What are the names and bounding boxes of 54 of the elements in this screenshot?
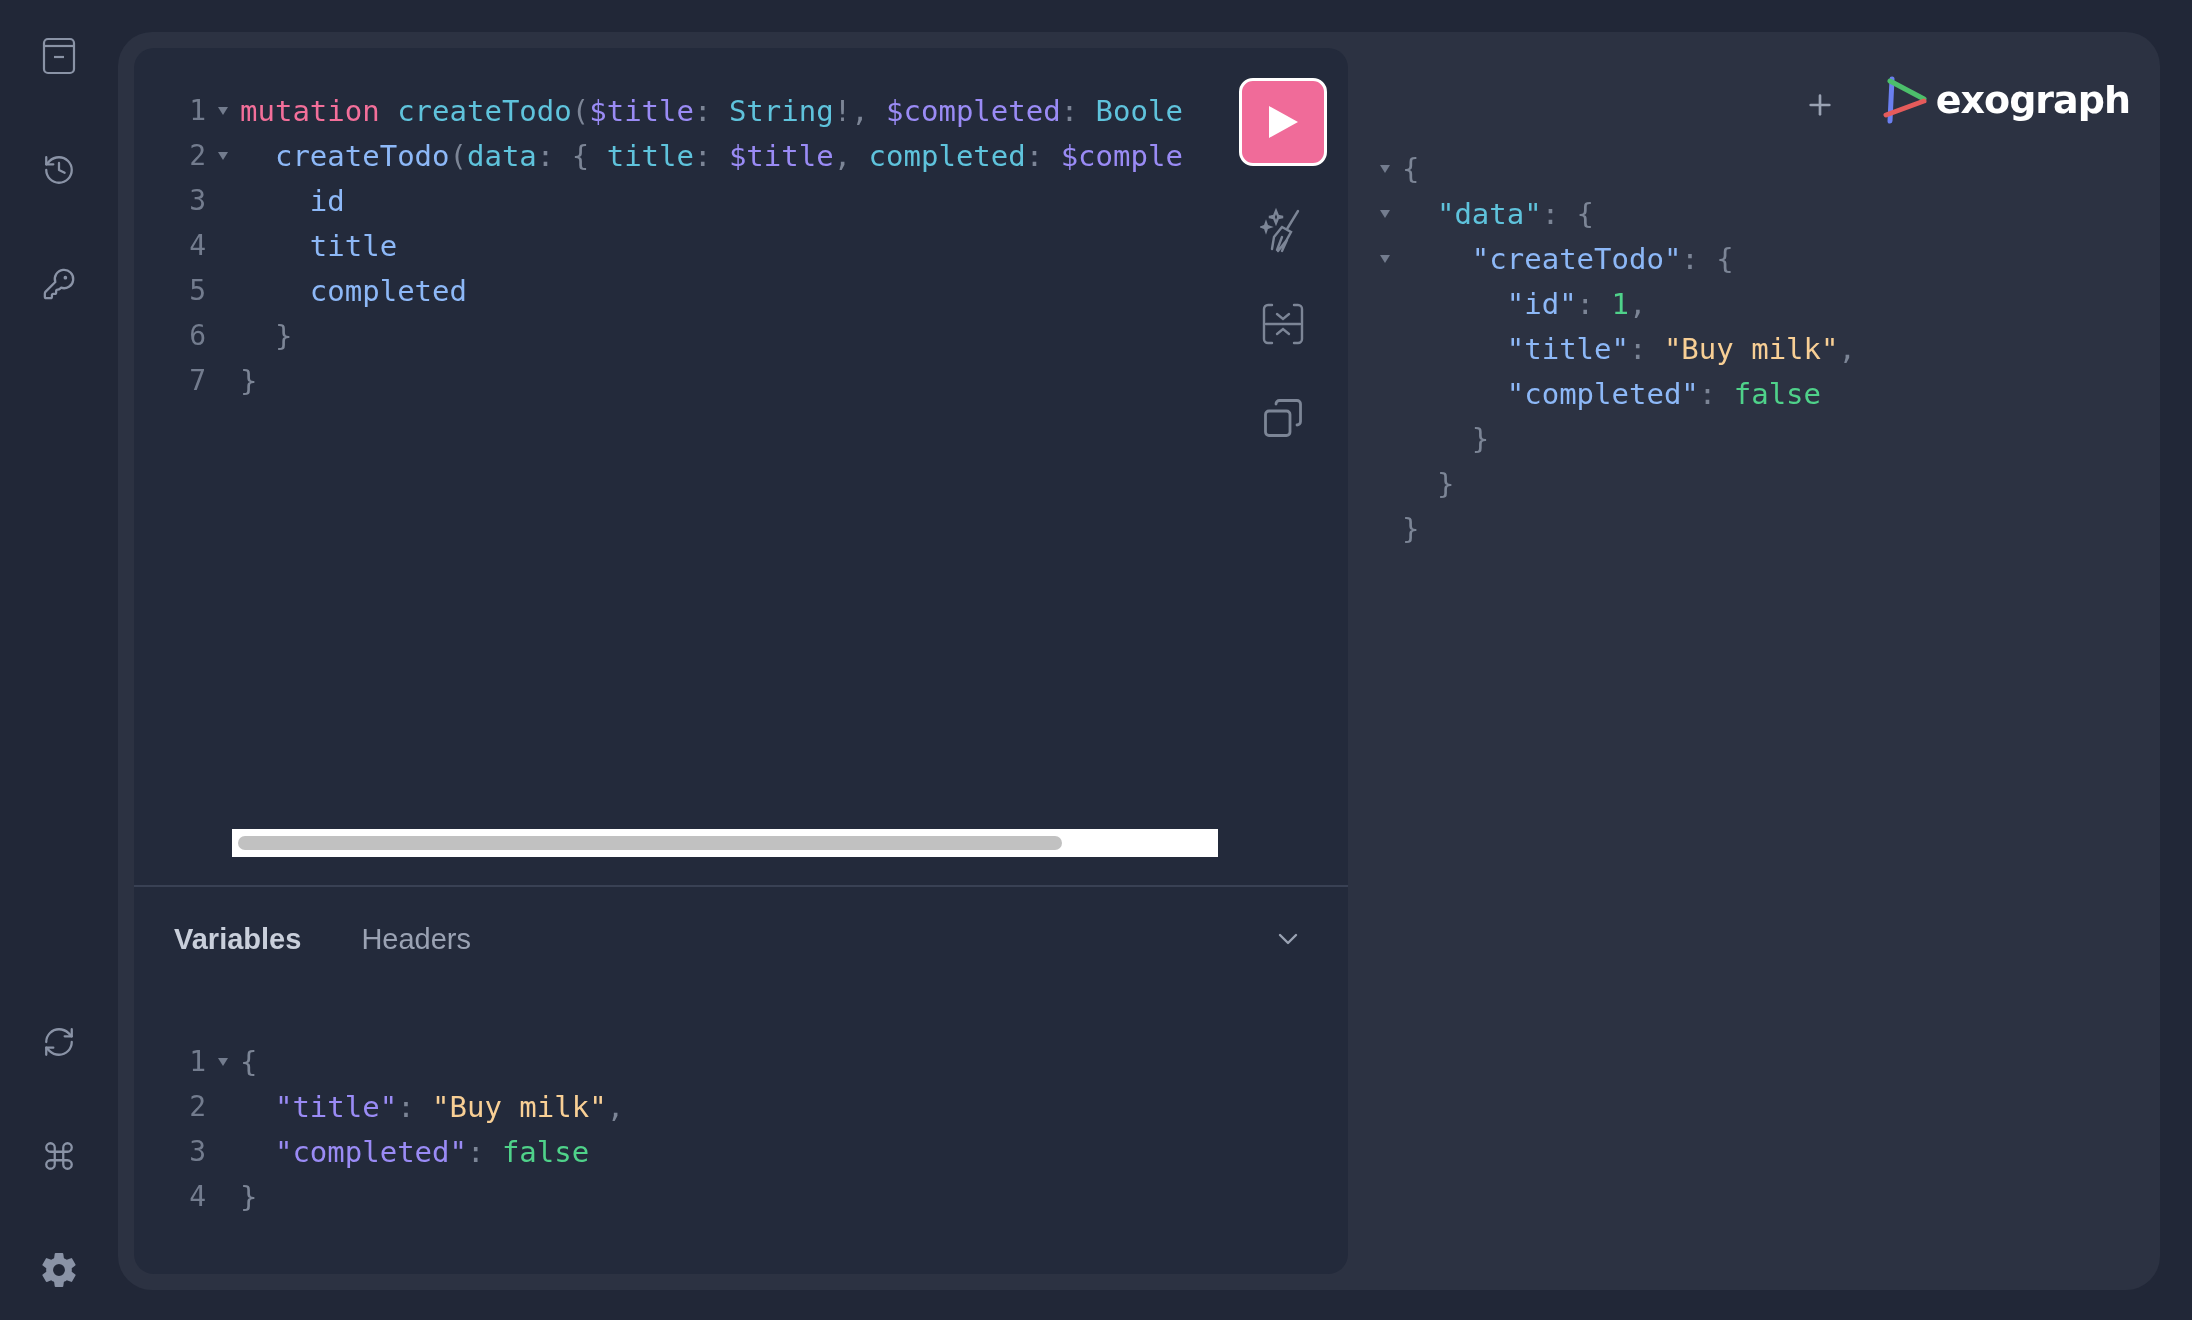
code-line: "createTodo": {	[1470, 241, 1734, 276]
line-number: 1	[188, 1045, 206, 1078]
code-line: }	[240, 363, 258, 398]
code-line: "data": {	[1435, 196, 1595, 231]
merge-icon	[1262, 303, 1304, 345]
code-line: "completed": false	[273, 1134, 590, 1169]
logo-icon	[1881, 75, 1928, 125]
key-icon	[42, 267, 76, 301]
line-number: 3	[188, 1135, 206, 1168]
code-line: "completed": false	[1505, 376, 1822, 411]
run-button[interactable]	[1239, 78, 1327, 166]
sidebar-button[interactable]	[39, 1250, 79, 1290]
line-number: 1	[188, 94, 206, 127]
code-line: {	[1402, 151, 1420, 186]
line-number: 4	[188, 229, 206, 262]
line-number: 7	[188, 364, 206, 397]
code-line: }	[1470, 421, 1490, 456]
refresh-icon	[42, 1025, 76, 1059]
code-line: "id": 1,	[1505, 286, 1647, 321]
book-icon	[42, 37, 76, 75]
editor-tab[interactable]: Variables	[174, 922, 302, 956]
code-line: mutation createTodo($title: String!, $completed: Boole	[240, 93, 1183, 128]
code-line: "title": "Buy milk",	[273, 1089, 625, 1124]
fold-arrow-icon[interactable]	[217, 1056, 229, 1067]
line-number: 6	[188, 319, 206, 352]
line-number: 2	[188, 139, 206, 172]
line-number: 4	[188, 1180, 206, 1213]
copy-icon	[1262, 397, 1304, 439]
code-line: }	[1402, 511, 1420, 546]
command-key-icon	[42, 1139, 76, 1173]
brand-name: exograph	[1935, 78, 2130, 122]
fold-arrow-icon[interactable]	[1379, 163, 1391, 174]
code-line: createTodo(data: { title: $title, completed: $comple	[273, 138, 1183, 173]
scrollbar-thumb[interactable]	[238, 836, 1062, 850]
play-icon	[1267, 105, 1299, 139]
fold-arrow-icon[interactable]	[217, 105, 229, 116]
line-number: 3	[188, 184, 206, 217]
editor-tab[interactable]: Headers	[361, 922, 471, 956]
code-line: completed	[308, 273, 467, 308]
fold-arrow-icon[interactable]	[217, 150, 229, 161]
code-line: title	[308, 228, 398, 263]
code-line: }	[1435, 466, 1455, 501]
line-number: 2	[188, 1090, 206, 1123]
history-icon	[42, 153, 76, 187]
settings-icon	[40, 1251, 78, 1289]
line-number: 5	[188, 274, 206, 307]
code-line: }	[273, 318, 293, 353]
horizontal-scrollbar[interactable]	[232, 829, 1218, 857]
code-line: id	[308, 183, 345, 218]
code-line: {	[240, 1044, 258, 1079]
code-line: }	[240, 1179, 258, 1214]
fold-arrow-icon[interactable]	[1379, 208, 1391, 219]
code-line: "title": "Buy milk",	[1505, 331, 1856, 366]
fold-arrow-icon[interactable]	[1379, 253, 1391, 264]
